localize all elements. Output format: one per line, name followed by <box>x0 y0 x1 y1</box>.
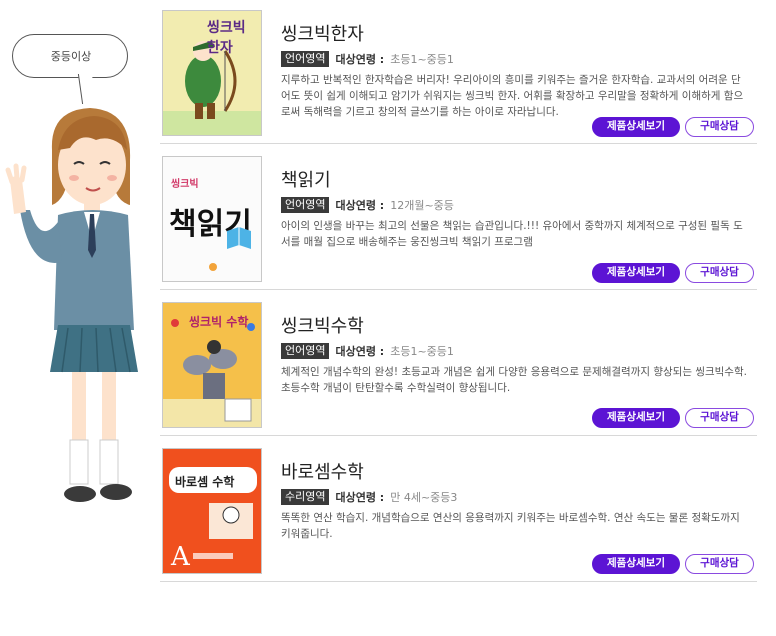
product-cover-baroseem[interactable]: A 바로셈 수학 <box>162 448 262 574</box>
speech-bubble: 중등이상 <box>12 34 128 78</box>
book-icon <box>209 227 251 271</box>
product-description: 똑똑한 연산 학습지. 개념학습으로 연산의 응용력까지 키워주는 바로셈수학.… <box>281 512 740 540</box>
product-description: 아이의 인생을 바꾸는 최고의 선물은 책읽는 습관입니다.!!! 유아에서 중… <box>281 220 743 248</box>
speech-bubble-text: 중등이상 <box>50 50 92 63</box>
product-meta: 언어영역 대상연령 : 초등1~중등1 <box>281 51 454 67</box>
cover-title-baroseem: 바로셈 수학 <box>175 475 235 489</box>
product-cover-math[interactable]: 씽크빅 수학 <box>162 302 262 428</box>
svg-text:A: A <box>170 542 191 572</box>
age-label: 대상연령 : <box>335 345 385 358</box>
category-badge: 수리영역 <box>281 489 330 505</box>
product-meta: 언어영역 대상연령 : 초등1~중등1 <box>281 343 454 359</box>
product-item-baroseem: A 바로셈 수학 바로셈수학 수리영역 대상연령 : 만 4세~중등3 똑똑한 … <box>160 438 757 582</box>
purchase-consult-button[interactable]: 구매상담 <box>685 263 754 283</box>
product-meta: 수리영역 대상연령 : 만 4세~중등3 <box>281 489 457 505</box>
product-title[interactable]: 씽크빅한자 <box>281 20 364 46</box>
product-title[interactable]: 책읽기 <box>281 166 331 192</box>
age-label: 대상연령 : <box>335 199 385 212</box>
category-badge: 언어영역 <box>281 51 330 67</box>
product-item-reading: 씽크빅 책읽기 책읽기 언어영역 대상연령 : 12개월~중등 아이의 인생을 … <box>160 146 757 290</box>
age-value: 초등1~중등1 <box>390 345 454 358</box>
age-label: 대상연령 : <box>335 491 385 504</box>
purchase-consult-button[interactable]: 구매상담 <box>685 408 754 428</box>
cover-title-hanja: 씽크빅 한자 <box>207 20 246 56</box>
mascot-illustration: 중등이상 <box>0 0 160 636</box>
product-description: 지루하고 반복적인 한자학습은 버리자! 우리아이의 흥미를 키워주는 즐거운 … <box>281 74 744 118</box>
product-detail-button[interactable]: 제품상세보기 <box>592 408 680 428</box>
purchase-consult-button[interactable]: 구매상담 <box>685 117 754 137</box>
cover-title-math: 씽크빅 수학 <box>189 315 249 329</box>
age-value: 만 4세~중등3 <box>390 491 458 504</box>
product-detail-button[interactable]: 제품상세보기 <box>592 117 680 137</box>
product-description: 체계적인 개념수학의 완성! 초등교과 개념은 쉽게 다양한 응용력으로 문제해… <box>281 366 747 394</box>
product-item-math: 씽크빅 수학 씽크빅수학 언어영역 대상연령 : 초등1~중등1 체계적인 개념… <box>160 292 757 436</box>
category-badge: 언어영역 <box>281 197 330 213</box>
product-title[interactable]: 씽크빅수학 <box>281 312 364 338</box>
product-title[interactable]: 바로셈수학 <box>281 458 364 484</box>
age-value: 12개월~중등 <box>390 199 454 212</box>
product-cover-hanja[interactable]: 씽크빅 한자 <box>162 10 262 136</box>
product-meta: 언어영역 대상연령 : 12개월~중등 <box>281 197 454 213</box>
age-value: 초등1~중등1 <box>390 53 454 66</box>
baroseem-cover-art: A <box>163 449 261 573</box>
product-detail-button[interactable]: 제품상세보기 <box>592 263 680 283</box>
purchase-consult-button[interactable]: 구매상담 <box>685 554 754 574</box>
product-cover-reading[interactable]: 씽크빅 책읽기 <box>162 156 262 282</box>
age-label: 대상연령 : <box>335 53 385 66</box>
category-badge: 언어영역 <box>281 343 330 359</box>
product-detail-button[interactable]: 제품상세보기 <box>592 554 680 574</box>
product-item-hanja: 씽크빅 한자 씽크빅한자 언어영역 대상연령 : 초등1~중등1 지루하고 반복… <box>160 0 757 144</box>
